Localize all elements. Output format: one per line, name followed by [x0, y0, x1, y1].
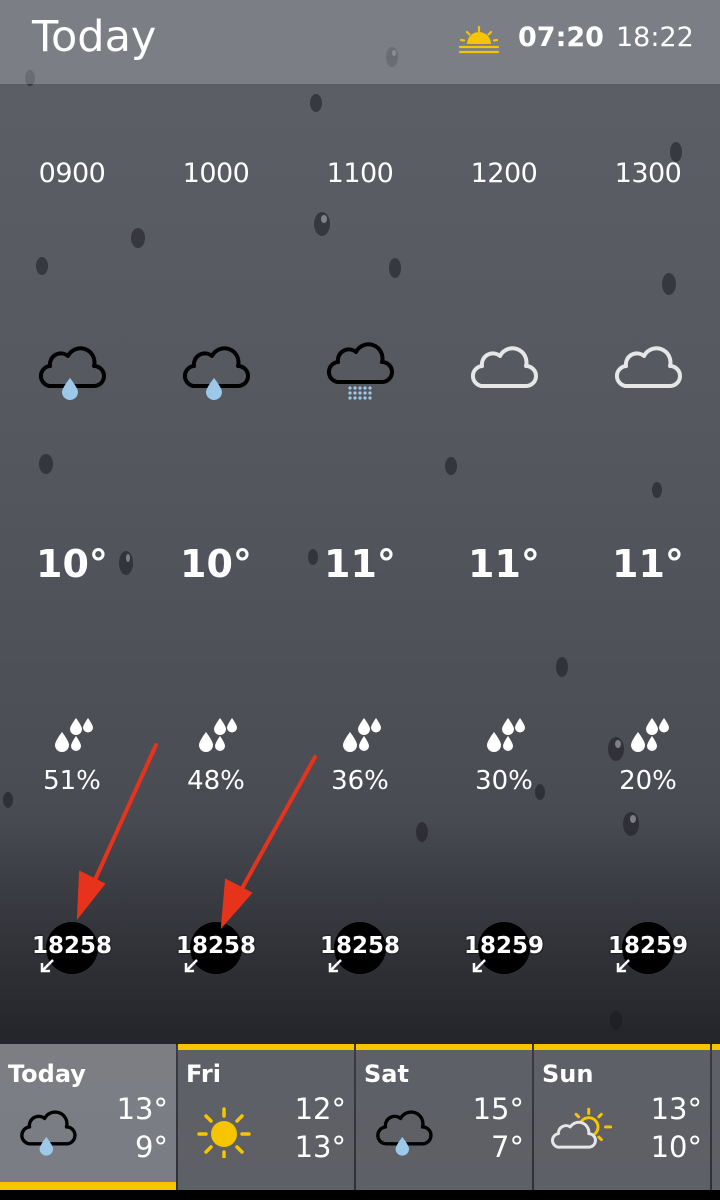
sunrise-time: 07:20	[518, 22, 604, 53]
day-name: Sat	[364, 1060, 409, 1088]
day-accent-bar	[178, 1044, 354, 1050]
day-card-fri[interactable]: Fri 12° 13°	[178, 1044, 354, 1190]
sunrise-icon	[458, 26, 500, 54]
wind-arrow-icon	[184, 959, 198, 973]
cloud-drizzle-icon	[327, 342, 394, 400]
sun-icon	[197, 1107, 251, 1158]
cloud-rain-drop-icon	[183, 346, 250, 400]
day-name: Today	[8, 1060, 86, 1088]
rain-chance: 30%	[475, 766, 533, 796]
rain-chance: 51%	[43, 766, 101, 796]
raindrops-icon	[199, 718, 237, 752]
wind-arrow-icon	[40, 959, 54, 973]
hour-column[interactable]: 1100 11° 36% 18258	[288, 84, 432, 1044]
hour-column[interactable]: 0900 10° 51% 18258	[0, 84, 144, 1044]
wind-speed: 18258	[175, 933, 257, 959]
cloud-icon	[615, 346, 682, 389]
high-temperature: 13°	[116, 1092, 168, 1126]
day-card-sat[interactable]: Sat 15° 7°	[356, 1044, 532, 1190]
daily-forecast[interactable]: Today 13° 9° Fri 12° 13° Sat 15° 7° Sun …	[0, 1044, 720, 1190]
page-title: Today	[32, 12, 157, 62]
day-card-next[interactable]	[712, 1044, 720, 1190]
rain-chance: 20%	[619, 766, 677, 796]
raindrops-icon	[55, 718, 93, 752]
hour-temperature: 11°	[468, 542, 540, 586]
low-temperature: 13°	[294, 1130, 346, 1164]
wind-speed: 18259	[607, 933, 689, 959]
wind-speed: 18259	[463, 933, 545, 959]
hour-time: 1300	[614, 158, 682, 189]
hour-time: 1000	[182, 158, 250, 189]
low-temperature: 9°	[135, 1130, 168, 1164]
hour-time: 1100	[326, 158, 394, 189]
rain-chance: 36%	[331, 766, 389, 796]
low-temperature: 10°	[650, 1130, 702, 1164]
day-accent-bar	[534, 1044, 710, 1050]
low-temperature: 7°	[491, 1130, 524, 1164]
cloud-rain-drop-icon	[20, 1110, 77, 1156]
day-accent-bar	[712, 1044, 720, 1050]
day-card-today[interactable]: Today 13° 9°	[0, 1044, 176, 1190]
raindrops-icon	[343, 718, 381, 752]
hour-time: 1200	[470, 158, 538, 189]
sun-cloud-icon	[551, 1107, 613, 1149]
cloud-rain-drop-icon	[376, 1110, 433, 1156]
wind-speed: 18258	[31, 933, 113, 959]
raindrops-icon	[487, 718, 525, 752]
hour-column[interactable]: 1200 11° 30% 18259	[432, 84, 576, 1044]
high-temperature: 13°	[650, 1092, 702, 1126]
sunset-time: 18:22	[616, 22, 694, 53]
hour-temperature: 11°	[612, 542, 684, 586]
high-temperature: 12°	[294, 1092, 346, 1126]
raindrops-icon	[631, 718, 669, 752]
cloud-icon	[471, 346, 538, 389]
wind-arrow-icon	[328, 959, 342, 973]
hour-temperature: 11°	[324, 542, 396, 586]
hourly-forecast[interactable]: 0900 10° 51% 18258 1000 10° 48% 18258 11…	[0, 84, 720, 1044]
selected-indicator	[0, 1182, 176, 1190]
wind-speed: 18258	[319, 933, 401, 959]
bottom-edge	[0, 1190, 720, 1200]
rain-chance: 48%	[187, 766, 245, 796]
day-name: Sun	[542, 1060, 594, 1088]
day-card-sun[interactable]: Sun 13° 10°	[534, 1044, 710, 1190]
day-name: Fri	[186, 1060, 221, 1088]
hour-temperature: 10°	[180, 542, 252, 586]
day-accent-bar	[356, 1044, 532, 1050]
header-bar: Today 07:20 18:22	[0, 0, 720, 84]
high-temperature: 15°	[472, 1092, 524, 1126]
hour-temperature: 10°	[36, 542, 108, 586]
hour-time: 0900	[38, 158, 106, 189]
cloud-rain-drop-icon	[39, 346, 106, 400]
hour-column[interactable]: 1000 10° 48% 18258	[144, 84, 288, 1044]
hour-column[interactable]: 1300 11° 20% 18259	[576, 84, 720, 1044]
wind-arrow-icon	[616, 959, 630, 973]
wind-arrow-icon	[472, 959, 486, 973]
